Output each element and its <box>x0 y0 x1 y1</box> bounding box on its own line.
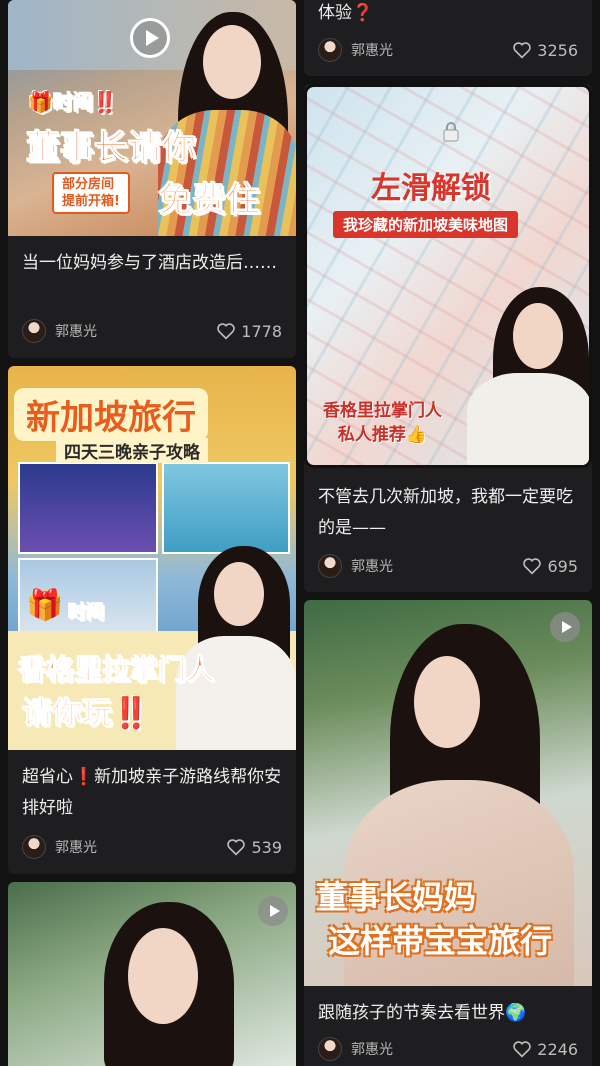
author-name[interactable]: 郭惠光 <box>351 1039 512 1059</box>
avatar[interactable] <box>318 1037 342 1061</box>
post-meta: 郭惠光 3256 <box>318 37 578 63</box>
avatar[interactable] <box>318 554 342 578</box>
post-title: 当一位妈妈参与了酒店改造后…… <box>22 253 277 273</box>
like-count: 3256 <box>537 40 578 60</box>
heart-icon <box>513 1041 532 1058</box>
gift-icon: 🎁 <box>26 588 64 623</box>
play-icon[interactable] <box>258 896 288 926</box>
thumbnail-overlay-title: 新加坡旅行 <box>14 388 208 441</box>
thumbnail-overlay-title: 董事长请你 <box>26 128 197 169</box>
like-button[interactable]: 1778 <box>216 322 282 341</box>
author-name[interactable]: 郭惠光 <box>55 837 226 857</box>
post-meta: 郭惠光 1778 <box>22 318 282 344</box>
post-title: 跟随孩子的节奏去看世界🌍 <box>318 1003 527 1023</box>
thumbnail-overlay-sub: 四天三晚亲子攻略 <box>56 438 208 463</box>
avatar[interactable] <box>22 319 46 343</box>
post-thumbnail[interactable]: 董事长妈妈 这样带宝宝旅行 <box>304 600 592 986</box>
post-thumbnail[interactable] <box>8 882 296 1066</box>
like-count: 695 <box>547 556 578 576</box>
thumbnail-overlay-time: 时间 <box>68 602 105 624</box>
author-name[interactable]: 郭惠光 <box>351 40 512 60</box>
post-title: 不管去几次新加坡，我都一定要吃的是—— <box>318 487 573 538</box>
heart-icon <box>513 42 532 59</box>
like-count: 2246 <box>537 1039 578 1059</box>
post-card-hotel[interactable]: 🎁时间‼️ 董事长请你 免费住 部分房间 提前开箱! 当一位妈妈参与了酒店改造后… <box>8 0 296 358</box>
post-meta: 郭惠光 2246 <box>318 1036 578 1062</box>
like-button[interactable]: 539 <box>226 838 282 857</box>
thumbnail-overlay-title: 左滑解锁 <box>371 171 491 206</box>
heart-icon <box>217 323 236 340</box>
post-card-map[interactable]: 左滑解锁 我珍藏的新加坡美味地图 香格里拉掌门人 私人推荐👍 不管去几次新加坡，… <box>304 84 592 592</box>
heart-icon <box>227 839 246 856</box>
post-meta: 郭惠光 695 <box>318 553 578 579</box>
thumbnail-overlay-sub: 部分房间 提前开箱! <box>52 172 130 214</box>
author-name[interactable]: 郭惠光 <box>55 321 216 341</box>
thumbnail-overlay-bottom: 香格里拉掌门人 私人推荐👍 <box>323 401 442 445</box>
play-icon[interactable] <box>550 612 580 642</box>
post-card-travel[interactable]: 新加坡旅行 四天三晚亲子攻略 🎁 时间 香格里拉掌门人 请你玩‼️ 超省心❗️新… <box>8 366 296 874</box>
post-title: 超省心❗️新加坡亲子游路线帮你安排好啦 <box>22 767 282 818</box>
avatar[interactable] <box>22 835 46 859</box>
post-card-partial-top[interactable]: 体验❓ 郭惠光 3256 <box>304 0 592 76</box>
thumbnail-overlay-free: 免费住 <box>158 180 261 221</box>
like-button[interactable]: 2246 <box>512 1040 578 1059</box>
post-thumbnail[interactable]: 🎁时间‼️ 董事长请你 免费住 部分房间 提前开箱! <box>8 0 296 236</box>
post-thumbnail[interactable]: 左滑解锁 我珍藏的新加坡美味地图 香格里拉掌门人 私人推荐👍 <box>304 84 592 468</box>
like-count: 539 <box>251 837 282 857</box>
heart-icon <box>523 558 542 575</box>
thumbnail-overlay-line2: 这样带宝宝旅行 <box>328 922 553 960</box>
post-card-partial-bottom[interactable] <box>8 882 296 1066</box>
post-meta: 郭惠光 539 <box>22 834 282 860</box>
post-title: 体验❓ <box>318 3 374 23</box>
thumbnail-overlay-line1: 董事长妈妈 <box>316 878 477 916</box>
author-name[interactable]: 郭惠光 <box>351 556 522 576</box>
thumbnail-overlay-sub: 我珍藏的新加坡美味地图 <box>333 211 519 238</box>
lock-icon <box>443 122 459 142</box>
like-button[interactable]: 695 <box>522 557 578 576</box>
like-count: 1778 <box>241 321 282 341</box>
like-button[interactable]: 3256 <box>512 41 578 60</box>
post-card-interview[interactable]: 董事长妈妈 这样带宝宝旅行 跟随孩子的节奏去看世界🌍 郭惠光 2246 <box>304 600 592 1066</box>
thumbnail-overlay-bottom2: 请你玩‼️ <box>21 696 150 732</box>
avatar[interactable] <box>318 38 342 62</box>
thumbnail-overlay-bottom1: 香格里拉掌门人 <box>17 653 215 687</box>
post-thumbnail[interactable]: 新加坡旅行 四天三晚亲子攻略 🎁 时间 香格里拉掌门人 请你玩‼️ <box>8 366 296 750</box>
thumbnail-overlay-time: 🎁时间‼️ <box>28 90 119 115</box>
play-icon[interactable] <box>130 18 170 58</box>
